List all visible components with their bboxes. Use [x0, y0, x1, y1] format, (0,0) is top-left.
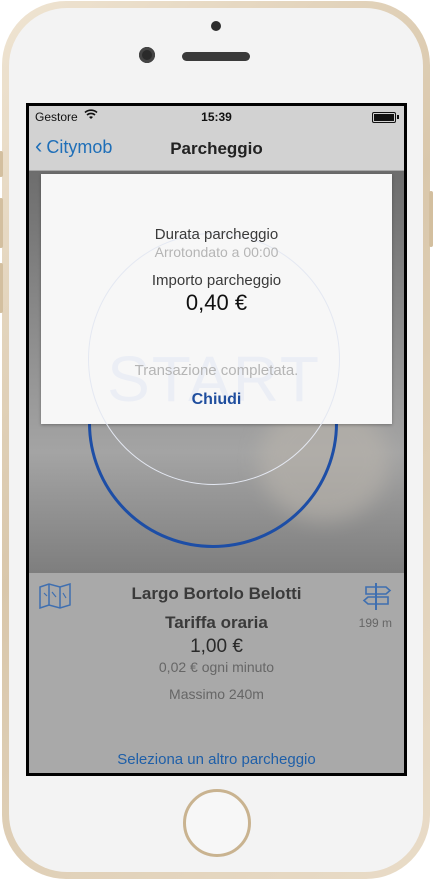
close-button[interactable]: Chiudi	[166, 391, 267, 409]
directions-sign-icon[interactable]	[362, 581, 392, 611]
screen: Gestore 15:39 ‹ Citymob Parcheggio Largo …	[26, 103, 407, 776]
power-button	[429, 191, 433, 247]
rounded-duration: Arrotondato a 00:00	[154, 244, 279, 260]
screen-content: Gestore 15:39 ‹ Citymob Parcheggio Largo …	[29, 106, 404, 773]
hourly-price: 1,00 €	[190, 636, 243, 657]
front-camera	[139, 47, 155, 63]
battery-icon	[372, 112, 399, 123]
clock: 15:39	[201, 110, 232, 124]
navigation-bar: ‹ Citymob Parcheggio	[29, 126, 404, 171]
transaction-dialog: START Durata parcheggio Arrotondato a 00…	[41, 174, 392, 485]
street-name: Largo Bortolo Belotti	[131, 584, 302, 603]
home-button[interactable]	[183, 789, 251, 857]
select-other-parking-link[interactable]: Seleziona un altro parcheggio	[29, 751, 404, 768]
status-bar: Gestore 15:39	[29, 106, 404, 126]
page-title: Parcheggio	[170, 139, 263, 158]
duration-label: Durata parcheggio	[154, 226, 279, 243]
proximity-sensor	[211, 21, 221, 31]
tariff-label: Tariffa oraria	[165, 613, 268, 632]
parking-info-panel: Largo Bortolo Belotti 199 m Tariffa orar…	[29, 573, 404, 773]
earpiece	[182, 52, 250, 61]
silent-switch	[0, 151, 3, 177]
amount-label: Importo parcheggio	[151, 272, 282, 289]
volume-down-button	[0, 263, 3, 313]
transaction-status: Transazione completata.	[134, 362, 299, 379]
max-duration: Massimo 240m	[169, 686, 264, 702]
amount-value: 0,40 €	[185, 290, 248, 315]
per-minute-price: 0,02 € ogni minuto	[158, 659, 275, 675]
volume-up-button	[0, 198, 3, 248]
